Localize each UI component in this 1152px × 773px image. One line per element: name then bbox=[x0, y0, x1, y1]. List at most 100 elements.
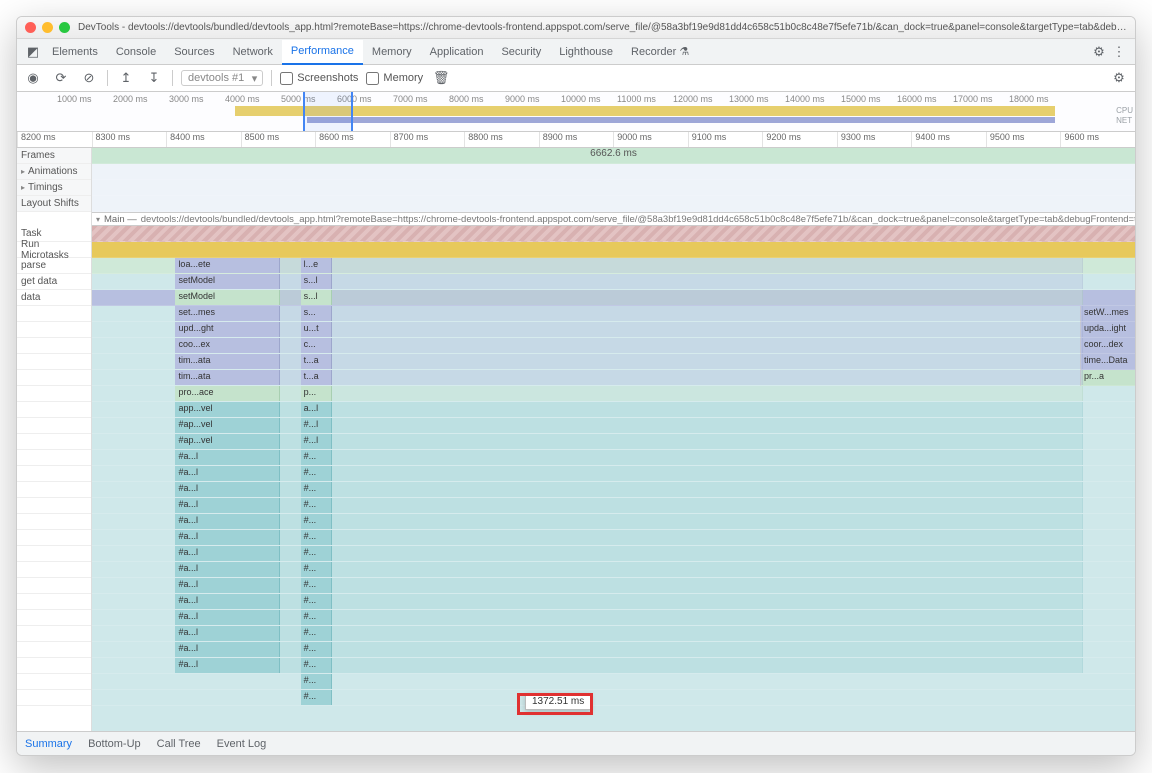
flame-row[interactable] bbox=[92, 242, 1135, 258]
tab-console[interactable]: Console bbox=[107, 39, 165, 64]
flame-row[interactable] bbox=[92, 196, 1135, 212]
memory-checkbox[interactable]: Memory bbox=[366, 72, 423, 85]
flame-event[interactable]: #... bbox=[301, 514, 332, 529]
flame-row[interactable]: #a...l #... bbox=[92, 562, 1135, 578]
flame-row[interactable]: #a...l #... bbox=[92, 450, 1135, 466]
flame-event[interactable]: #a...l bbox=[175, 594, 279, 609]
flame-event[interactable]: set...mes bbox=[175, 306, 279, 321]
tab-lighthouse[interactable]: Lighthouse bbox=[550, 39, 622, 64]
flame-row[interactable]: #ap...vel#...l bbox=[92, 434, 1135, 450]
flame-event[interactable]: #a...l bbox=[175, 466, 279, 481]
track-label[interactable] bbox=[17, 690, 91, 706]
tab-elements[interactable]: Elements bbox=[43, 39, 107, 64]
tab-memory[interactable]: Memory bbox=[363, 39, 421, 64]
flame-event[interactable]: #... bbox=[301, 690, 332, 705]
flame-row[interactable]: #a...l #... bbox=[92, 466, 1135, 482]
track-label[interactable] bbox=[17, 610, 91, 626]
track-label[interactable] bbox=[17, 322, 91, 338]
flame-event[interactable]: #... bbox=[301, 450, 332, 465]
flame-row[interactable]: #a...l #... bbox=[92, 610, 1135, 626]
tab-application[interactable]: Application bbox=[421, 39, 493, 64]
flame-event[interactable]: coo...ex bbox=[175, 338, 279, 353]
track-label[interactable] bbox=[17, 546, 91, 562]
load-profile-icon[interactable]: ↥ bbox=[116, 68, 136, 88]
flame-event[interactable]: #... bbox=[301, 482, 332, 497]
tab-recorder[interactable]: Recorder ⚗ bbox=[622, 39, 698, 64]
collect-garbage-icon[interactable]: 🗑 bbox=[431, 68, 451, 88]
flame-row[interactable]: #a...l #... bbox=[92, 482, 1135, 498]
flame-event[interactable]: #a...l bbox=[175, 450, 279, 465]
track-label[interactable] bbox=[17, 578, 91, 594]
flame-row[interactable]: set...mess... bbox=[92, 306, 1135, 322]
flame-event[interactable]: #... bbox=[301, 466, 332, 481]
track-label[interactable] bbox=[17, 306, 91, 322]
flame-event[interactable]: #a...l bbox=[175, 530, 279, 545]
minimize-window-icon[interactable] bbox=[42, 22, 53, 33]
btab-eventlog[interactable]: Event Log bbox=[217, 738, 267, 750]
flame-event[interactable]: #a...l bbox=[175, 626, 279, 641]
flame-event[interactable]: #... bbox=[301, 578, 332, 593]
flame-row[interactable]: setModels...l bbox=[92, 274, 1135, 290]
tab-sources[interactable]: Sources bbox=[165, 39, 223, 64]
flame-row[interactable]: #a...l #... bbox=[92, 546, 1135, 562]
flame-event[interactable]: t...a bbox=[301, 370, 332, 385]
flame-event[interactable]: #a...l bbox=[175, 610, 279, 625]
track-label[interactable] bbox=[17, 386, 91, 402]
track-label[interactable] bbox=[17, 530, 91, 546]
timeline-overview[interactable]: 1000 ms2000 ms3000 ms4000 ms5000 ms6000 … bbox=[17, 92, 1135, 132]
flame-event[interactable]: #... bbox=[301, 546, 332, 561]
flame-row[interactable]: tim...ata t...a bbox=[92, 370, 1135, 386]
flame-row[interactable]: coo...ex c... bbox=[92, 338, 1135, 354]
track-label[interactable] bbox=[17, 674, 91, 690]
track-label[interactable] bbox=[17, 562, 91, 578]
flame-event[interactable]: app...vel bbox=[175, 402, 279, 417]
flame-row[interactable]: #a...l #... bbox=[92, 642, 1135, 658]
flame-event[interactable]: tim...ata bbox=[175, 370, 279, 385]
flame-event[interactable]: a...l bbox=[301, 402, 332, 417]
flame-row[interactable]: #a...l #... bbox=[92, 594, 1135, 610]
flame-row[interactable]: pro...acep... bbox=[92, 386, 1135, 402]
flame-row[interactable]: setModels...l bbox=[92, 290, 1135, 306]
flame-event[interactable]: l...e bbox=[301, 258, 332, 273]
flame-event[interactable]: p... bbox=[301, 386, 332, 401]
flame-row[interactable] bbox=[92, 226, 1135, 242]
track-label[interactable] bbox=[17, 450, 91, 466]
track-label[interactable] bbox=[17, 370, 91, 386]
flame-event[interactable]: #a...l bbox=[175, 546, 279, 561]
btab-bottomup[interactable]: Bottom-Up bbox=[88, 738, 141, 750]
save-profile-icon[interactable]: ↧ bbox=[144, 68, 164, 88]
flame-event[interactable]: c... bbox=[301, 338, 332, 353]
flame-event[interactable]: setModel bbox=[175, 290, 279, 305]
flame-row[interactable]: #a...l#... bbox=[92, 514, 1135, 530]
track-label[interactable] bbox=[17, 434, 91, 450]
tab-performance[interactable]: Performance bbox=[282, 40, 363, 65]
track-label[interactable] bbox=[17, 594, 91, 610]
flame-event[interactable]: #... bbox=[301, 530, 332, 545]
track-label[interactable]: get data bbox=[17, 274, 91, 290]
flame-event[interactable]: #... bbox=[301, 594, 332, 609]
flame-event[interactable]: #... bbox=[301, 562, 332, 577]
flame-row[interactable]: #... bbox=[92, 690, 1135, 706]
flame-row[interactable]: #a...l #... bbox=[92, 578, 1135, 594]
settings-gear-icon[interactable]: ⚙ bbox=[1089, 42, 1109, 62]
flame-event[interactable]: #a...l bbox=[175, 482, 279, 497]
track-label[interactable]: ▸Animations bbox=[17, 164, 91, 180]
flame-event[interactable]: #... bbox=[301, 658, 332, 673]
overview-selection[interactable] bbox=[303, 92, 353, 131]
track-label[interactable] bbox=[17, 658, 91, 674]
flame-event[interactable]: #... bbox=[301, 674, 332, 689]
flame-event[interactable]: #ap...vel bbox=[175, 434, 279, 449]
flame-row[interactable]: loa...etel...e bbox=[92, 258, 1135, 274]
track-label[interactable] bbox=[17, 482, 91, 498]
flame-event[interactable]: #a...l bbox=[175, 578, 279, 593]
flame-event[interactable]: #a...l bbox=[175, 642, 279, 657]
flame-event[interactable]: #... bbox=[301, 610, 332, 625]
track-label[interactable] bbox=[17, 418, 91, 434]
flame-event[interactable]: #... bbox=[301, 642, 332, 657]
flame-event[interactable]: #a...l bbox=[175, 562, 279, 577]
flame-row[interactable]: tim...atat...a bbox=[92, 354, 1135, 370]
profile-select[interactable]: devtools #1 bbox=[181, 70, 263, 86]
track-label[interactable] bbox=[17, 514, 91, 530]
main-thread-header[interactable]: ▾Main —devtools://devtools/bundled/devto… bbox=[92, 212, 1135, 226]
flame-event[interactable]: #... bbox=[301, 498, 332, 513]
